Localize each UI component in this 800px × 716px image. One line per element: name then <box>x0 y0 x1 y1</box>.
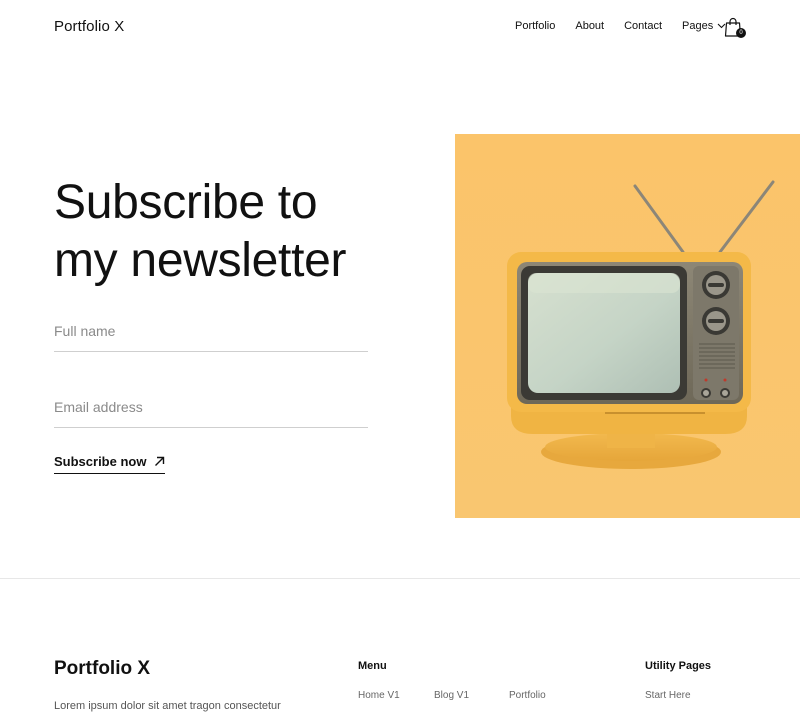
nav-link-contact[interactable]: Contact <box>624 20 662 32</box>
nav-link-portfolio[interactable]: Portfolio <box>515 20 555 32</box>
full-name-field <box>54 312 368 352</box>
nav-link-about[interactable]: About <box>575 20 604 32</box>
full-name-input[interactable] <box>54 312 368 351</box>
subscribe-button[interactable]: Subscribe now <box>54 452 166 474</box>
arrow-up-right-icon <box>155 456 165 466</box>
site-header: Portfolio X Portfolio About Contact Page… <box>0 0 800 56</box>
cart-count-badge: 0 <box>736 28 746 38</box>
retro-tv-image <box>455 134 800 518</box>
footer-description: Lorem ipsum dolor sit amet tragon consec… <box>54 700 281 712</box>
section-divider <box>0 578 800 579</box>
cart-button[interactable]: 0 <box>724 17 746 39</box>
email-field <box>54 388 368 428</box>
footer-menu-heading: Menu <box>358 660 387 672</box>
footer-link-home-v1[interactable]: Home V1 <box>358 690 400 701</box>
footer-logo[interactable]: Portfolio X <box>54 658 150 680</box>
footer-link-start-here[interactable]: Start Here <box>645 690 691 701</box>
footer-utility-heading: Utility Pages <box>645 660 712 672</box>
title-line-1: Subscribe to <box>54 176 318 229</box>
site-logo[interactable]: Portfolio X <box>54 18 124 35</box>
subscribe-label: Subscribe now <box>54 453 147 469</box>
email-input[interactable] <box>54 388 368 427</box>
footer-link-portfolio[interactable]: Portfolio <box>509 690 546 701</box>
page-title: Subscribe to my newsletter <box>54 174 434 290</box>
title-line-2: my newsletter <box>54 234 347 287</box>
nav-pages-dropdown[interactable]: Pages <box>682 20 726 32</box>
nav-pages-label: Pages <box>682 20 714 32</box>
main-nav: Portfolio About Contact Pages <box>515 20 736 32</box>
footer-link-blog-v1[interactable]: Blog V1 <box>434 690 469 701</box>
